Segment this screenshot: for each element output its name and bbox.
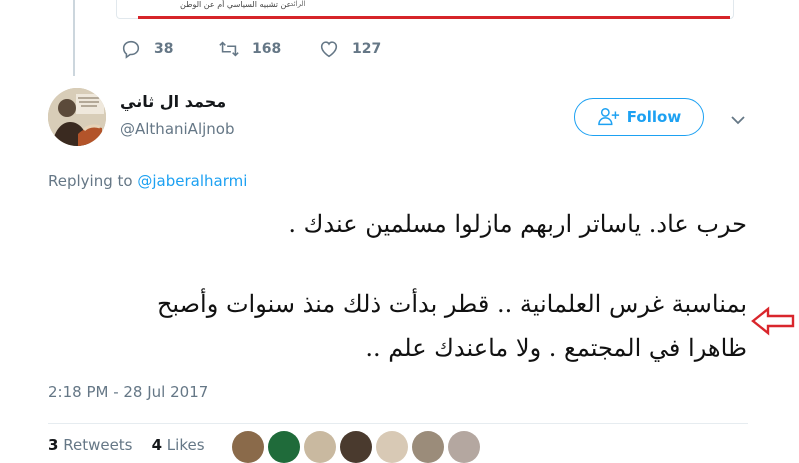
reply-icon (122, 40, 140, 59)
reply-count: 38 (154, 41, 174, 57)
quoted-card-accent-bar (138, 16, 730, 19)
tweet-stats: 3 Retweets 4 Likes (48, 436, 205, 454)
retweet-icon (219, 41, 239, 57)
quoted-card-caption: عن تشبيه السياسي أم عن الوطن (180, 0, 292, 9)
replying-to: Replying to @jaberalharmi (48, 172, 247, 190)
follow-person-icon (597, 108, 619, 126)
author-avatar[interactable] (48, 88, 106, 146)
tweet-options-caret[interactable] (728, 110, 748, 130)
retweets-stat-count[interactable]: 3 (48, 436, 58, 454)
liker-avatar[interactable] (412, 431, 444, 463)
stats-divider (48, 423, 748, 424)
avatar-image (48, 88, 106, 146)
reply-action[interactable]: 38 (120, 37, 173, 61)
author-handle[interactable]: @AlthaniAljnob (120, 120, 235, 138)
liker-avatar[interactable] (232, 431, 264, 463)
liker-avatar[interactable] (340, 431, 372, 463)
retweet-count: 168 (252, 41, 282, 57)
thread-connector-line (73, 0, 75, 76)
retweets-stat-label[interactable]: Retweets (63, 436, 132, 454)
like-count: 127 (352, 41, 382, 57)
annotation-arrow-icon (751, 306, 795, 336)
heart-icon (320, 41, 338, 58)
liker-avatar[interactable] (268, 431, 300, 463)
chevron-down-icon (731, 116, 745, 125)
liker-avatar[interactable] (448, 431, 480, 463)
replying-prefix: Replying to (48, 172, 133, 190)
replying-mention-link[interactable]: @jaberalharmi (137, 172, 247, 190)
tweet-text-line-2: بمناسبة غرس العلمانية .. قطر بدأت ذلك من… (156, 290, 747, 318)
likes-stat-label[interactable]: Likes (167, 436, 205, 454)
tweet-timestamp[interactable]: 2:18 PM - 28 Jul 2017 (48, 383, 208, 401)
liker-avatar[interactable] (376, 431, 408, 463)
author-display-name[interactable]: محمد ال ثاني (120, 92, 226, 111)
follow-button-label: Follow (626, 108, 682, 126)
likes-stat-count[interactable]: 4 (152, 436, 162, 454)
tweet-text-line-3: ظاهرا في المجتمع . ولا ماعندك علم .. (365, 334, 747, 362)
quoted-card-caption-side: الرائد (290, 0, 306, 8)
like-action[interactable]: 127 (318, 37, 381, 61)
follow-button[interactable]: Follow (574, 98, 704, 136)
liker-avatar[interactable] (304, 431, 336, 463)
tweet-text-line-1: حرب عاد. ياساتر اربهم مازلوا مسلمين عندك… (288, 210, 747, 238)
retweet-action[interactable]: 168 (218, 37, 281, 61)
